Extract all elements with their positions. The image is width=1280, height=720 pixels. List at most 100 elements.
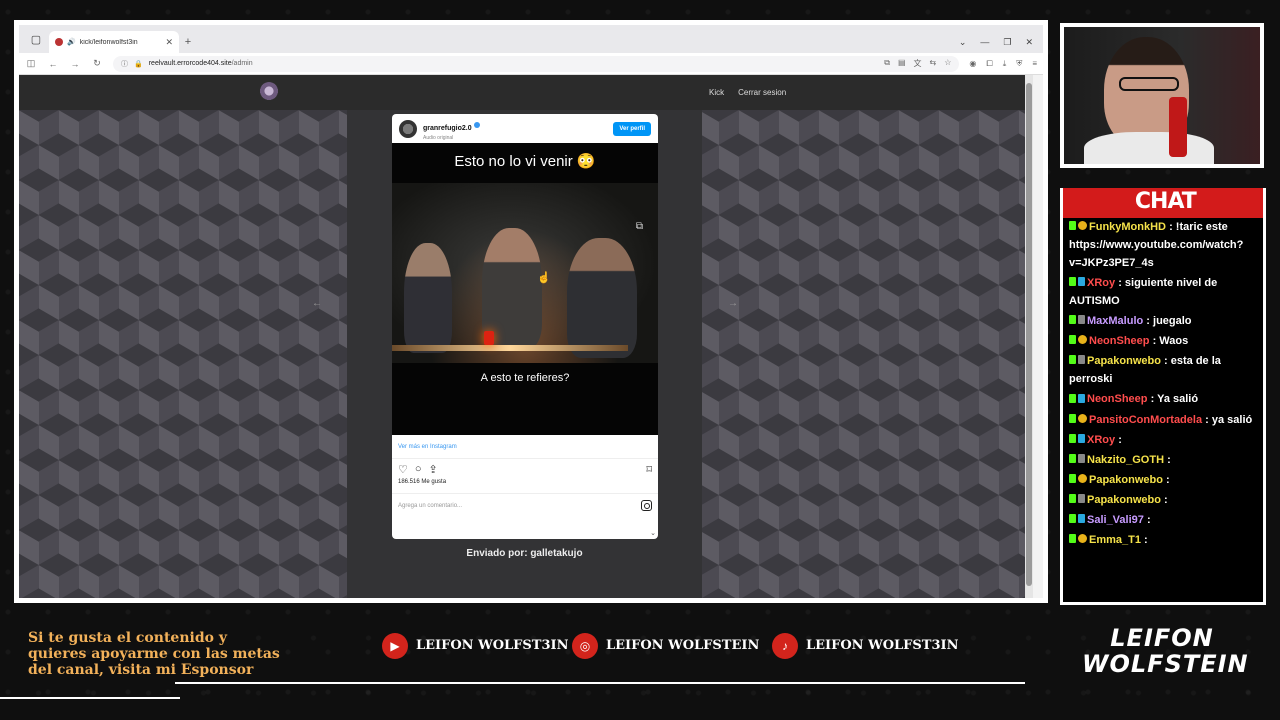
ig-audio-label[interactable]: Audio original (423, 135, 607, 141)
chat-message: Papakonwebo : (1069, 491, 1257, 509)
site-info-icon[interactable]: ⓘ (121, 59, 128, 69)
subscriber-badge-icon (1078, 494, 1085, 504)
chat-username[interactable]: PansitoConMortadela (1089, 414, 1202, 426)
chat-text: : (1164, 493, 1168, 506)
reader-view-icon[interactable]: ▤ (898, 58, 906, 69)
chat-username[interactable]: Papakonwebo (1087, 355, 1161, 367)
view-more-link[interactable]: Ver más en Instagram (392, 435, 658, 459)
ig-avatar[interactable] (399, 119, 417, 138)
puzzle-icon[interactable]: ⧠ (986, 59, 992, 69)
previous-arrow-icon[interactable]: ← (309, 295, 325, 311)
kick-badge-icon (1069, 514, 1076, 524)
ig-video-player[interactable]: Esto no lo vi venir 😳 ⧉ ☝ A esto te refi… (392, 143, 658, 435)
kick-badge-icon (1069, 277, 1076, 287)
url-input[interactable]: ⓘ 🔒 reelvault.errorcode404.site/admin ⧉ … (113, 55, 960, 72)
chat-badges (1069, 431, 1087, 449)
video-table (392, 345, 628, 351)
like-heart-icon[interactable]: ♡ (398, 463, 408, 476)
ig-header: granrefugio2.0 Audio original Ver perfil (392, 114, 658, 143)
menu-icon[interactable]: ≡ (1032, 59, 1037, 69)
chat-message: XRoy : (1069, 431, 1257, 449)
nav-link-kick[interactable]: Kick (709, 88, 724, 97)
instagram-logo-icon[interactable] (641, 500, 652, 511)
site-logo[interactable] (259, 82, 279, 102)
back-button[interactable]: ← (47, 59, 59, 69)
chat-username[interactable]: XRoy (1087, 277, 1115, 289)
mouse-cursor-icon: ☝ (537, 272, 551, 284)
webcam-feed (1060, 23, 1264, 168)
chat-message: Sali_Vali97 : (1069, 511, 1257, 529)
close-tab-icon[interactable]: ✕ (165, 37, 173, 48)
comment-icon[interactable]: ○ (415, 463, 422, 475)
url-host: reelvault.errorcode404.site (148, 60, 232, 67)
shield-extension-icon[interactable]: ⛨ (1016, 59, 1022, 69)
chat-badges (1069, 451, 1087, 469)
video-frame (392, 183, 658, 363)
next-arrow-icon[interactable]: → (725, 295, 741, 311)
subscriber-badge-icon (1078, 277, 1085, 287)
chat-text: : Ya salió (1150, 393, 1199, 406)
chat-text: : (1144, 534, 1148, 547)
chat-text: : juegalo (1146, 315, 1192, 328)
chat-text: : Waos (1152, 335, 1189, 348)
video-candle (484, 331, 494, 345)
nav-link-logout[interactable]: Cerrar sesion (738, 88, 786, 97)
chat-username[interactable]: MaxMalulo (1087, 315, 1143, 327)
chat-message: NeonSheep : Waos (1069, 332, 1257, 350)
chat-message: Emma_T1 : (1069, 531, 1257, 549)
extension-icon[interactable]: ◉ (969, 59, 976, 69)
chat-username[interactable]: Papakonwebo (1087, 494, 1161, 506)
save-bookmark-icon[interactable]: ⌑ (646, 463, 652, 476)
audio-playing-icon[interactable]: 🔊 (67, 38, 76, 46)
reload-button[interactable]: ↻ (91, 58, 103, 69)
new-tab-button[interactable]: + (179, 31, 197, 53)
translate-icon[interactable]: 文 (914, 58, 922, 69)
tab-list-chevron-icon[interactable]: ⌄ (959, 37, 967, 48)
kick-badge-icon (1069, 534, 1076, 544)
chat-username[interactable]: Papakonwebo (1089, 474, 1163, 486)
comment-field[interactable]: Agrega un comentario... (392, 493, 658, 517)
close-window-button[interactable]: ✕ (1025, 37, 1033, 48)
subscriber-badge-icon (1078, 453, 1085, 463)
subscriber-badge-icon (1078, 355, 1085, 365)
minimize-button[interactable]: — (980, 37, 989, 47)
bottom-overlay: Si te gusta el contenido y quieres apoya… (0, 605, 1280, 720)
likes-count: 186.516 Me gusta (398, 479, 447, 485)
social-name: LEIFON WOLFSTEIN (606, 638, 760, 653)
chat-text: : (1118, 433, 1122, 446)
chat-username[interactable]: FunkyMonkHD (1089, 221, 1166, 233)
downloads-icon[interactable]: ⤓ (1003, 59, 1007, 69)
tab-title: kick/leifonwolfst3in (79, 38, 138, 46)
url-path: /admin (231, 60, 253, 67)
bookmark-star-icon[interactable]: ☆ (944, 58, 951, 69)
tiktok-icon: ♪ (772, 633, 798, 659)
chat-username[interactable]: XRoy (1087, 434, 1115, 446)
sidebar-toggle-icon[interactable]: ◫ (25, 58, 37, 69)
video-caption-top: Esto no lo vi venir 😳 (454, 153, 596, 170)
chat-username[interactable]: Emma_T1 (1089, 534, 1141, 546)
ig-username[interactable]: granrefugio2.0 (423, 125, 472, 132)
instagram-icon: ◎ (572, 633, 598, 659)
page-scrollbar[interactable] (1025, 75, 1033, 598)
chat-username[interactable]: NeonSheep (1089, 335, 1150, 347)
social-name: LEIFON WOLFST3IN (416, 638, 569, 653)
share-icon[interactable]: ⇪ (429, 463, 438, 476)
forward-button[interactable]: → (69, 59, 81, 69)
view-profile-button[interactable]: Ver perfil (613, 121, 651, 136)
kick-badge-icon (1069, 433, 1076, 443)
collapse-icon[interactable]: ⇆ (930, 58, 937, 69)
chat-username[interactable]: Nakzito_GOTH (1087, 454, 1164, 466)
streamer-glasses (1119, 77, 1179, 91)
chat-username[interactable]: NeonSheep (1087, 393, 1148, 405)
picture-in-picture-icon[interactable]: ⧉ (636, 221, 643, 232)
chat-username[interactable]: Sali_Vali97 (1087, 514, 1144, 526)
scroll-down-icon[interactable]: ⌄ (650, 529, 656, 537)
workspaces-icon[interactable]: ▢ (25, 28, 47, 50)
chat-badges (1069, 471, 1089, 489)
tab-kick[interactable]: 🔊 kick/leifonwolfst3in ✕ (49, 31, 179, 53)
screenshot-icon[interactable]: ⧉ (884, 58, 890, 69)
restore-button[interactable]: ❐ (1003, 37, 1011, 48)
scrollbar-thumb[interactable] (1026, 83, 1032, 586)
chat-badges (1069, 391, 1087, 409)
subscriber-badge-icon (1078, 433, 1085, 443)
